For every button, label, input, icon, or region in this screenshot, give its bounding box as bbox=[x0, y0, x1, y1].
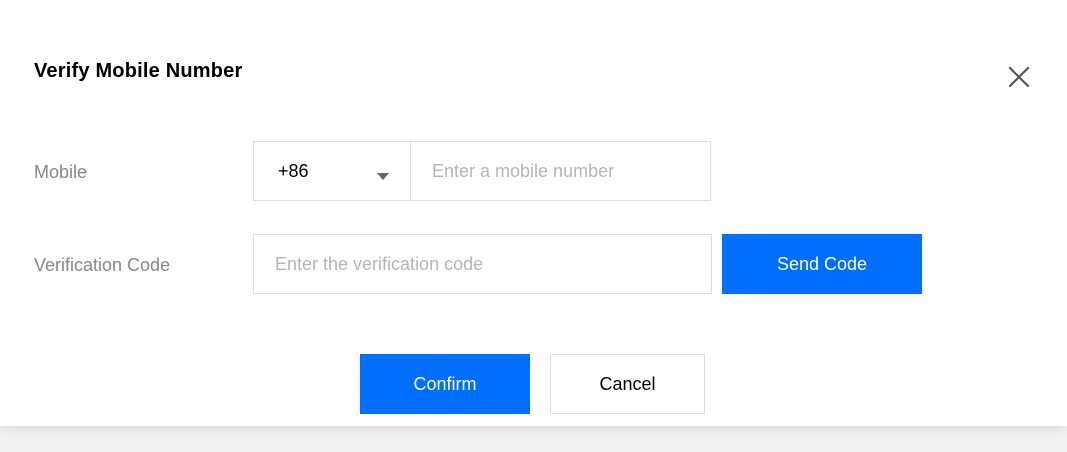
mobile-label: Mobile bbox=[34, 162, 88, 182]
cancel-button[interactable]: Cancel bbox=[550, 354, 705, 414]
close-icon bbox=[1008, 66, 1030, 88]
verification-code-input[interactable] bbox=[253, 234, 712, 294]
caret-down-icon bbox=[376, 168, 390, 186]
country-code-select[interactable]: +86 bbox=[253, 141, 411, 201]
confirm-button[interactable]: Confirm bbox=[360, 354, 530, 414]
verification-code-label: Verification Code bbox=[34, 255, 171, 275]
send-code-button[interactable]: Send Code bbox=[722, 234, 922, 294]
verify-mobile-dialog: Verify Mobile Number Mobile +86 Verifica… bbox=[0, 0, 1067, 426]
close-button[interactable] bbox=[1004, 62, 1034, 92]
country-code-value: +86 bbox=[278, 161, 309, 181]
page-background: Verify Mobile Number Mobile +86 Verifica… bbox=[0, 0, 1067, 452]
mobile-number-input[interactable] bbox=[410, 141, 711, 201]
dialog-title: Verify Mobile Number bbox=[34, 60, 243, 82]
